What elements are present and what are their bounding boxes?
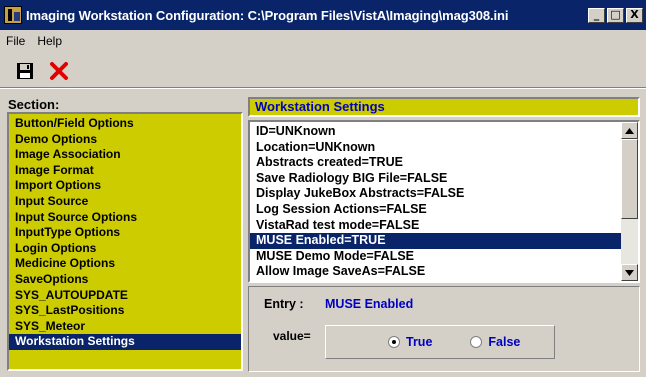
minimize-button[interactable]: _ (588, 7, 605, 23)
section-item[interactable]: Image Association (9, 147, 241, 163)
save-button[interactable] (12, 58, 38, 84)
radio-false-label: False (488, 335, 521, 349)
radio-true[interactable]: True (388, 335, 432, 349)
settings-header: Workstation Settings (248, 97, 640, 117)
menu-help[interactable]: Help (31, 34, 68, 48)
radio-true-label: True (406, 335, 433, 349)
section-item[interactable]: SYS_AUTOUPDATE (9, 288, 241, 304)
entry-panel: Entry : MUSE Enabled value= True False (248, 286, 640, 372)
section-item[interactable]: SYS_Meteor (9, 319, 241, 335)
red-x-icon (50, 61, 68, 80)
close-button[interactable]: X (626, 7, 643, 23)
section-label: Section: (8, 97, 60, 112)
section-item-selected[interactable]: Workstation Settings (9, 334, 241, 350)
settings-item[interactable]: VistaRad test mode=FALSE (250, 218, 621, 234)
section-item[interactable]: Input Source Options (9, 210, 241, 226)
section-item[interactable]: SYS_LastPositions (9, 303, 241, 319)
floppy-disk-icon (17, 62, 33, 79)
arrow-down-icon (625, 269, 634, 276)
scroll-down-button[interactable] (621, 264, 638, 281)
section-item[interactable]: Medicine Options (9, 256, 241, 272)
settings-item[interactable]: Display JukeBox Abstracts=FALSE (250, 186, 621, 202)
value-radio-group: True False (325, 325, 555, 359)
window-controls: _ □ X (588, 7, 643, 23)
settings-item[interactable]: Save Radiology BIG File=FALSE (250, 171, 621, 187)
section-item[interactable]: Import Options (9, 178, 241, 194)
title-bar[interactable]: Imaging Workstation Configuration: C:\Pr… (0, 0, 646, 30)
settings-scrollbar[interactable] (621, 122, 638, 281)
radio-selected-icon (388, 336, 400, 348)
value-label: value= (273, 329, 311, 343)
menu-file[interactable]: File (0, 34, 31, 48)
window-title: Imaging Workstation Configuration: C:\Pr… (26, 7, 509, 23)
toolbar-divider (0, 88, 646, 89)
settings-item[interactable]: ID=UNKnown (250, 124, 621, 140)
scroll-up-button[interactable] (621, 122, 638, 139)
entry-label: Entry : (264, 297, 304, 311)
section-item[interactable]: Image Format (9, 163, 241, 179)
section-item[interactable]: SaveOptions (9, 272, 241, 288)
section-item[interactable]: Demo Options (9, 132, 241, 148)
radio-false[interactable]: False (470, 335, 520, 349)
settings-item-selected[interactable]: MUSE Enabled=TRUE (250, 233, 621, 249)
radio-unselected-icon (470, 336, 483, 348)
settings-list[interactable]: ID=UNKnown Location=UNKnown Abstracts cr… (248, 120, 640, 283)
settings-item[interactable]: Allow Image SaveAs=FALSE (250, 264, 621, 280)
app-icon (4, 6, 22, 24)
section-item[interactable]: Login Options (9, 241, 241, 257)
maximize-button[interactable]: □ (607, 7, 624, 23)
arrow-up-icon (625, 127, 634, 134)
scroll-thumb[interactable] (621, 139, 638, 219)
settings-item[interactable]: Abstracts created=TRUE (250, 155, 621, 171)
menu-bar: File Help (0, 31, 646, 51)
settings-item[interactable]: Log Session Actions=FALSE (250, 202, 621, 218)
toolbar (0, 54, 646, 88)
section-item[interactable]: InputType Options (9, 225, 241, 241)
settings-item[interactable]: MUSE Demo Mode=FALSE (250, 249, 621, 265)
section-item[interactable]: Input Source (9, 194, 241, 210)
settings-item[interactable]: Location=UNKnown (250, 140, 621, 156)
entry-value: MUSE Enabled (325, 297, 414, 311)
section-item[interactable]: Button/Field Options (9, 116, 241, 132)
section-list[interactable]: Button/Field Options Demo Options Image … (7, 112, 243, 371)
cancel-button[interactable] (46, 58, 72, 84)
